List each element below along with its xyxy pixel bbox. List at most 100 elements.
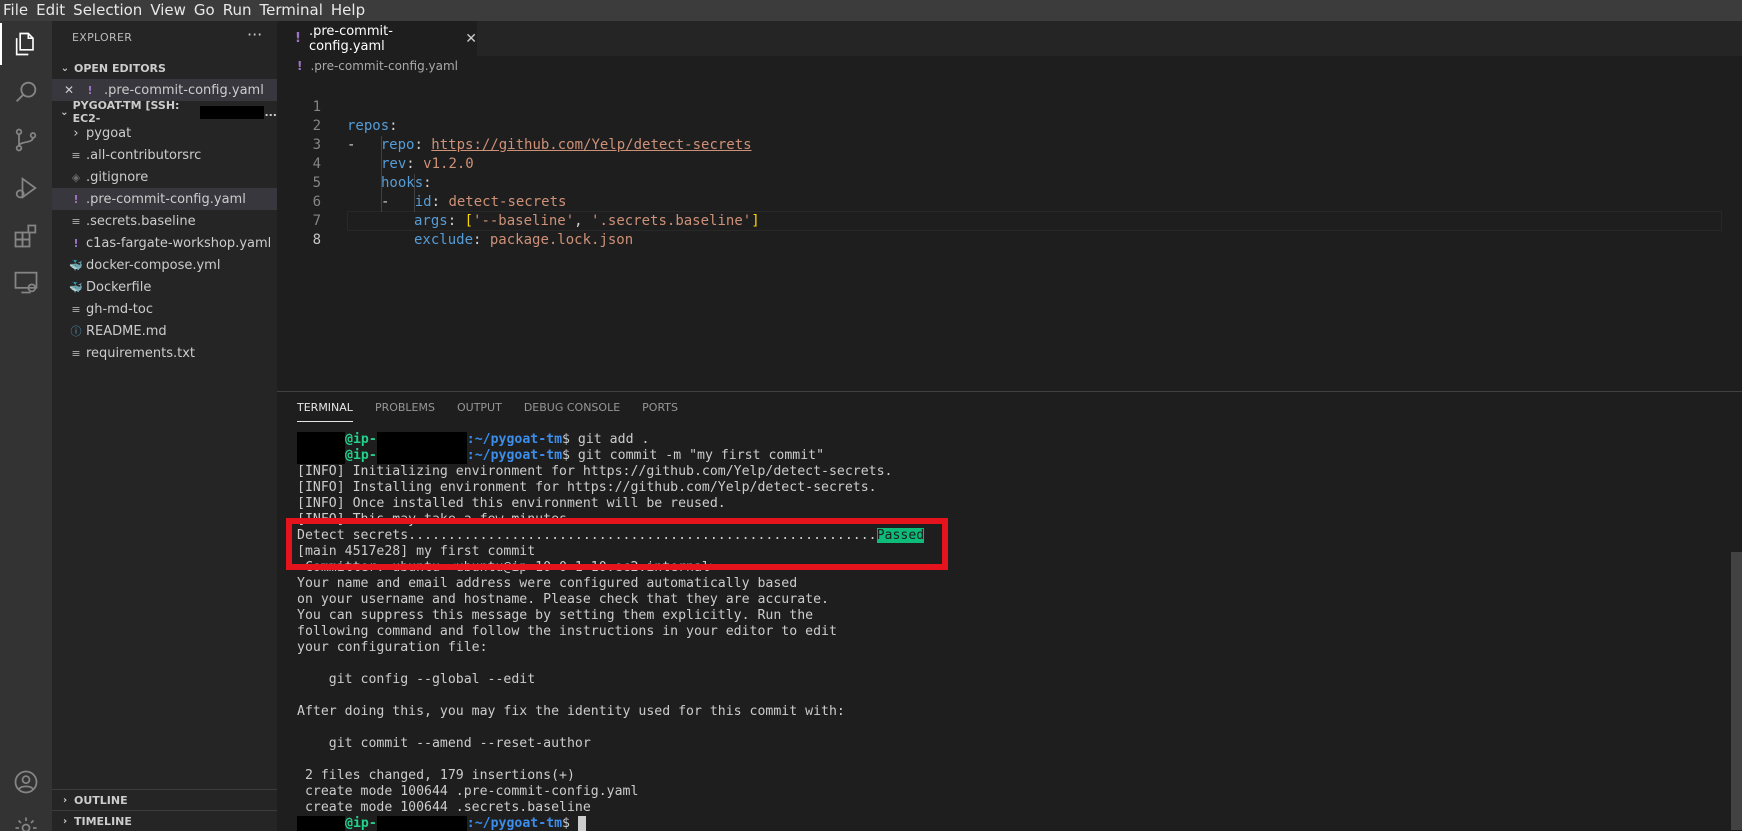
- menu-help[interactable]: Help: [323, 0, 365, 21]
- info-icon: ⓘ: [70, 325, 82, 338]
- terminal-line: [INFO] Once installed this environment w…: [297, 496, 726, 511]
- breadcrumb-file[interactable]: .pre-commit-config.yaml: [310, 59, 458, 73]
- tree-item-dockerfile[interactable]: 🐳 Dockerfile: [52, 276, 277, 298]
- menu-edit[interactable]: Edit: [28, 0, 65, 21]
- terminal-prompt: @ip-:~/pygoat-tm$: [297, 816, 586, 831]
- workspace-label-suffix: ...: [264, 105, 277, 119]
- terminal-line: on your username and hostname. Please ch…: [297, 592, 829, 607]
- tree-item-label: .secrets.baseline: [86, 213, 196, 229]
- tree-item-label: README.md: [86, 323, 167, 339]
- tree-item-docker-compose[interactable]: 🐳 docker-compose.yml: [52, 254, 277, 276]
- tree-item-readme[interactable]: ⓘ README.md: [52, 320, 277, 342]
- tree-item-pygoat[interactable]: › pygoat: [52, 122, 277, 144]
- tree-item-pre-commit-config[interactable]: ! .pre-commit-config.yaml: [52, 188, 277, 210]
- tree-item-label: .all-contributorsrc: [86, 147, 202, 163]
- remote-explorer-icon[interactable]: [0, 259, 52, 305]
- chevron-right-icon: ›: [73, 125, 79, 141]
- close-icon[interactable]: ✕: [52, 83, 74, 97]
- open-editors-header[interactable]: ⌄ OPEN EDITORS: [52, 57, 277, 79]
- settings-gear-icon[interactable]: [0, 805, 52, 831]
- outline-label: OUTLINE: [74, 794, 128, 807]
- account-icon[interactable]: [0, 759, 52, 805]
- docker-compose-icon: 🐳: [69, 258, 83, 272]
- terminal-line: create mode 100644 .pre-commit-config.ya…: [297, 784, 639, 799]
- file-lines-icon: ≡: [71, 346, 81, 360]
- tab-title: .pre-commit-config.yaml: [308, 23, 393, 54]
- open-editor-item[interactable]: ✕ ! .pre-commit-config.yaml: [52, 79, 277, 101]
- tree-item-label: requirements.txt: [86, 345, 196, 361]
- code-line: 3 rev: v1.2.0: [312, 137, 474, 172]
- yaml-file-icon: !: [295, 31, 301, 46]
- sidebar-title: EXPLORER: [72, 31, 133, 44]
- tree-item-secrets-baseline[interactable]: ≡ .secrets.baseline: [52, 210, 277, 232]
- terminal-line: [INFO] Installing environment for https:…: [297, 480, 877, 495]
- annotation-highlight-box: [286, 518, 948, 570]
- code-line: 7 exclude: package.lock.json: [312, 213, 634, 248]
- tree-item-c1as-fargate-workshop[interactable]: ! c1as-fargate-workshop.yaml: [52, 232, 277, 254]
- source-control-icon[interactable]: [0, 117, 52, 163]
- menu-run[interactable]: Run: [215, 0, 252, 21]
- breadcrumb: ! .pre-commit-config.yaml: [297, 59, 458, 73]
- code-line: 5 - id: detect-secrets: [312, 175, 567, 210]
- terminal-line: git config --global --edit: [297, 672, 536, 687]
- yaml-file-icon: !: [73, 192, 79, 206]
- tree-item-label: c1as-fargate-workshop.yaml: [86, 235, 272, 251]
- tree-item-gh-md-toc[interactable]: ≡ gh-md-toc: [52, 298, 277, 320]
- tree-item-requirements[interactable]: ≡ requirements.txt: [52, 342, 277, 364]
- explorer-sidebar: EXPLORER ··· ⌄ OPEN EDITORS ✕ ! .pre-com…: [52, 21, 277, 831]
- tree-item-all-contributorsrc[interactable]: ≡ .all-contributorsrc: [52, 144, 277, 166]
- terminal-line: @ip-:~/pygoat-tm$ git add .: [297, 432, 649, 448]
- terminal-cursor: [577, 816, 586, 831]
- terminal-line: @ip-:~/pygoat-tm$ git commit -m "my firs…: [297, 448, 824, 464]
- terminal-line: Your name and email address were configu…: [297, 576, 798, 591]
- more-actions-icon[interactable]: ···: [247, 25, 262, 44]
- tree-item-label: .pre-commit-config.yaml: [86, 191, 246, 207]
- tab-terminal[interactable]: TERMINAL: [297, 398, 353, 422]
- menu-selection[interactable]: Selection: [65, 0, 142, 21]
- yaml-file-icon: !: [87, 83, 93, 97]
- menu-view[interactable]: View: [142, 0, 186, 21]
- docker-icon: 🐳: [69, 280, 83, 294]
- terminal-line: [INFO] Initializing environment for http…: [297, 464, 893, 479]
- code-line: 4 hooks:: [312, 156, 432, 191]
- tab-problems[interactable]: PROBLEMS: [375, 398, 435, 422]
- code-line: 6 args: ['--baseline', '.secrets.baselin…: [312, 194, 760, 229]
- redacted-host: [200, 105, 265, 119]
- tree-item-label: .gitignore: [86, 169, 149, 185]
- file-lines-icon: ≡: [71, 214, 81, 228]
- tab-ports[interactable]: PORTS: [642, 398, 678, 422]
- code-line: 2 - repo: https://github.com/Yelp/detect…: [312, 118, 752, 153]
- terminal-line: 2 files changed, 179 insertions(+): [297, 768, 575, 783]
- terminal-line: your configuration file:: [297, 640, 488, 655]
- tree-item-gitignore[interactable]: ◈ .gitignore: [52, 166, 277, 188]
- tree-item-label: docker-compose.yml: [86, 257, 221, 273]
- timeline-section[interactable]: › TIMELINE: [52, 810, 277, 831]
- tab-pre-commit-config[interactable]: ! .pre-commit-config.yaml ✕: [277, 21, 477, 56]
- workspace-header[interactable]: ⌄ PYGOAT-TM [SSH: EC2- ...: [52, 99, 277, 125]
- menu-go[interactable]: Go: [186, 0, 215, 21]
- outline-section[interactable]: › OUTLINE: [52, 789, 277, 811]
- menu-terminal[interactable]: Terminal: [252, 0, 323, 21]
- code-line: 1 repos:: [312, 99, 398, 134]
- bottom-panel: TERMINAL PROBLEMS OUTPUT DEBUG CONSOLE P…: [277, 391, 1742, 831]
- close-icon[interactable]: ✕: [465, 31, 477, 47]
- extensions-icon[interactable]: [0, 213, 52, 259]
- yaml-file-icon: !: [73, 236, 79, 250]
- file-lines-icon: ≡: [71, 148, 81, 162]
- file-lines-icon: ≡: [71, 302, 81, 316]
- menu-file[interactable]: File: [0, 0, 28, 21]
- search-icon[interactable]: [0, 69, 52, 115]
- terminal-line: After doing this, you may fix the identi…: [297, 704, 845, 719]
- tab-output[interactable]: OUTPUT: [457, 398, 502, 422]
- terminal-scrollbar[interactable]: [1731, 552, 1742, 830]
- activity-bar: [0, 21, 52, 831]
- git-file-icon: ◈: [71, 170, 81, 184]
- run-debug-icon[interactable]: [0, 165, 52, 211]
- yaml-file-icon: !: [297, 59, 303, 73]
- explorer-icon[interactable]: [0, 21, 52, 67]
- menu-bar: File Edit Selection View Go Run Terminal…: [0, 0, 1742, 21]
- code-line: 8: [312, 232, 321, 248]
- tab-debug-console[interactable]: DEBUG CONSOLE: [524, 398, 620, 422]
- terminal-line: following command and follow the instruc…: [297, 624, 837, 639]
- tree-item-label: Dockerfile: [86, 279, 152, 295]
